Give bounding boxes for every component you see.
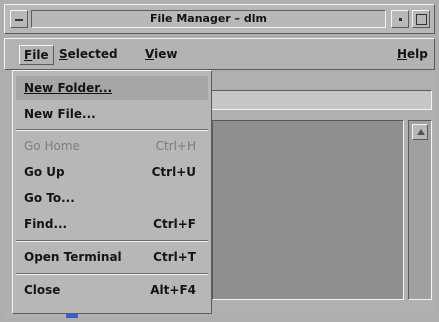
window-menu-icon[interactable]: [10, 10, 28, 28]
file-list-pane[interactable]: [212, 120, 404, 300]
vertical-scrollbar[interactable]: [408, 120, 432, 300]
menu-item-find[interactable]: Find... Ctrl+F: [16, 212, 208, 236]
menu-item-go-up[interactable]: Go Up Ctrl+U: [16, 160, 208, 184]
menu-item-new-file[interactable]: New File...: [16, 102, 208, 126]
menu-separator: [16, 240, 208, 242]
menu-item-label: Go Home: [24, 139, 80, 153]
menu-view[interactable]: View: [141, 45, 181, 65]
path-field[interactable]: [206, 90, 432, 110]
menu-item-label: Close: [24, 283, 61, 297]
menu-file-label: ile: [32, 48, 49, 62]
menu-item-label: New File...: [24, 107, 96, 121]
menu-item-shortcut: Ctrl+F: [153, 217, 196, 231]
menu-item-shortcut: Ctrl+T: [153, 250, 196, 264]
menu-view-label: iew: [154, 47, 178, 61]
menu-item-shortcut: Ctrl+H: [155, 139, 196, 153]
title-bar[interactable]: File Manager – dlm: [4, 4, 435, 34]
menu-item-shortcut: Ctrl+U: [151, 165, 196, 179]
menu-file[interactable]: File: [19, 45, 54, 65]
menu-selected[interactable]: Selected: [55, 45, 122, 65]
file-menu-dropdown: New Folder... New File... Go Home Ctrl+H…: [12, 70, 212, 314]
menu-file-mnemonic: F: [24, 48, 33, 62]
window-title: File Manager – dlm: [31, 10, 386, 28]
menu-item-label: New Folder...: [24, 81, 113, 95]
menu-selected-label: elected: [67, 47, 118, 61]
menu-item-shortcut: Alt+F4: [150, 283, 196, 297]
maximize-icon[interactable]: [412, 10, 430, 28]
menu-bar: File Selected View Help: [4, 38, 435, 70]
minimize-icon[interactable]: [391, 10, 409, 28]
menu-help-mnemonic: H: [397, 47, 408, 61]
scroll-up-arrow-icon[interactable]: [412, 124, 428, 140]
menu-item-label: Go Up: [24, 165, 65, 179]
menu-selected-mnemonic: S: [59, 47, 68, 61]
menu-item-label: Go To...: [24, 191, 75, 205]
menu-item-label: Find...: [24, 217, 68, 231]
menu-item-close[interactable]: Close Alt+F4: [16, 278, 208, 302]
menu-help[interactable]: Help: [393, 45, 432, 65]
menu-help-label: elp: [407, 47, 428, 61]
menu-item-go-to[interactable]: Go To...: [16, 186, 208, 210]
menu-separator: [16, 129, 208, 131]
menu-item-new-folder[interactable]: New Folder...: [16, 76, 208, 100]
menu-view-mnemonic: V: [145, 47, 155, 61]
menu-item-go-home: Go Home Ctrl+H: [16, 134, 208, 158]
menu-item-open-terminal[interactable]: Open Terminal Ctrl+T: [16, 245, 208, 269]
menu-item-label: Open Terminal: [24, 250, 122, 264]
menu-separator: [16, 273, 208, 275]
